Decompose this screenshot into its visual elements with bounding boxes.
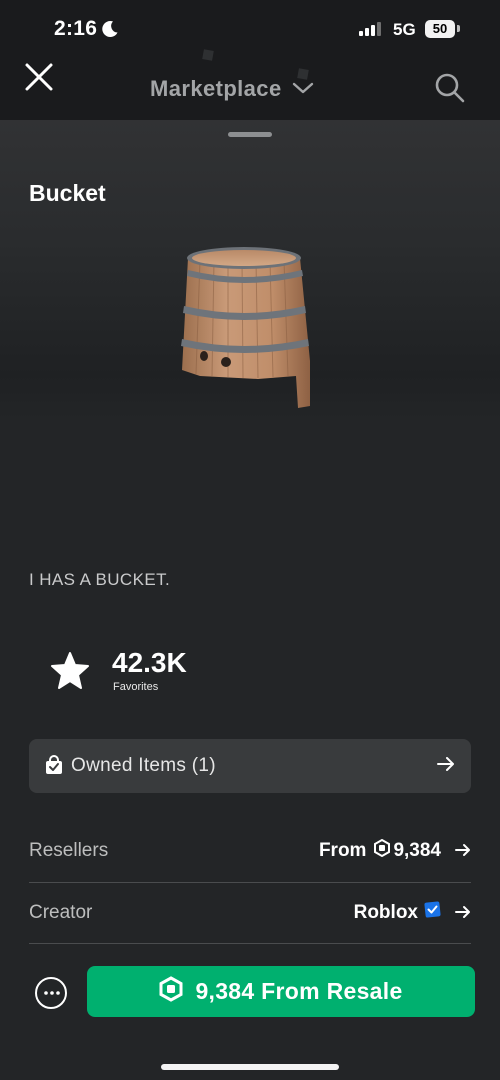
more-icon (44, 991, 60, 995)
item-description: I HAS A BUCKET. (29, 570, 171, 589)
close-button[interactable] (22, 60, 56, 94)
arrow-right-icon (437, 757, 455, 776)
resellers-value: From 9,384 (318, 838, 441, 863)
close-icon (25, 63, 53, 91)
resellers-prefix: From (318, 840, 367, 861)
star-icon (50, 651, 90, 694)
decorative-square (202, 49, 214, 61)
favorites-count: 42.3K (112, 647, 187, 678)
item-thumbnail[interactable] (170, 236, 330, 416)
more-options-button[interactable] (35, 977, 67, 1009)
owned-items-label: Owned Items (1) (71, 755, 216, 776)
arrow-right-icon (455, 843, 471, 862)
divider (29, 943, 471, 944)
robux-icon (374, 838, 391, 863)
item-detail-screen: 2:16 5G 50 Marketplace Bucket I HAS A BU… (0, 0, 500, 1080)
favorites-label: Favorites (113, 681, 159, 693)
robux-icon (159, 976, 183, 1007)
resellers-label: Resellers (29, 840, 109, 861)
nav-title: Marketplace (150, 76, 282, 101)
top-nav: Marketplace (0, 49, 500, 120)
search-icon (435, 73, 465, 103)
sheet-grabber[interactable] (228, 132, 272, 137)
creator-value: Roblox (354, 901, 441, 924)
bag-icon (45, 755, 63, 780)
status-time: 2:16 (54, 17, 98, 40)
battery-tip (457, 25, 460, 32)
network-type: 5G (393, 20, 416, 39)
resellers-price: 9,384 (393, 840, 441, 861)
creator-name: Roblox (353, 901, 418, 923)
owned-items-button[interactable]: Owned Items (1) (29, 739, 471, 793)
cellular-signal-icon (359, 22, 383, 41)
marketplace-dropdown[interactable]: Marketplace (150, 74, 314, 104)
status-bar: 2:16 5G 50 (0, 0, 500, 60)
arrow-right-icon (455, 905, 471, 924)
verified-badge-icon (424, 901, 441, 924)
buy-from-resale-button[interactable]: 9,384 From Resale (87, 966, 475, 1017)
buy-button-label: 9,384 From Resale (195, 978, 403, 1004)
battery-indicator: 50 (425, 20, 455, 38)
home-indicator[interactable] (161, 1064, 339, 1070)
search-button[interactable] (434, 72, 466, 104)
resellers-row[interactable]: Resellers From 9,384 (29, 821, 471, 881)
moon-icon (101, 20, 119, 43)
chevron-down-icon (292, 81, 314, 99)
item-title: Bucket (29, 180, 106, 206)
creator-label: Creator (29, 902, 93, 923)
creator-row[interactable]: Creator Roblox (29, 883, 471, 943)
